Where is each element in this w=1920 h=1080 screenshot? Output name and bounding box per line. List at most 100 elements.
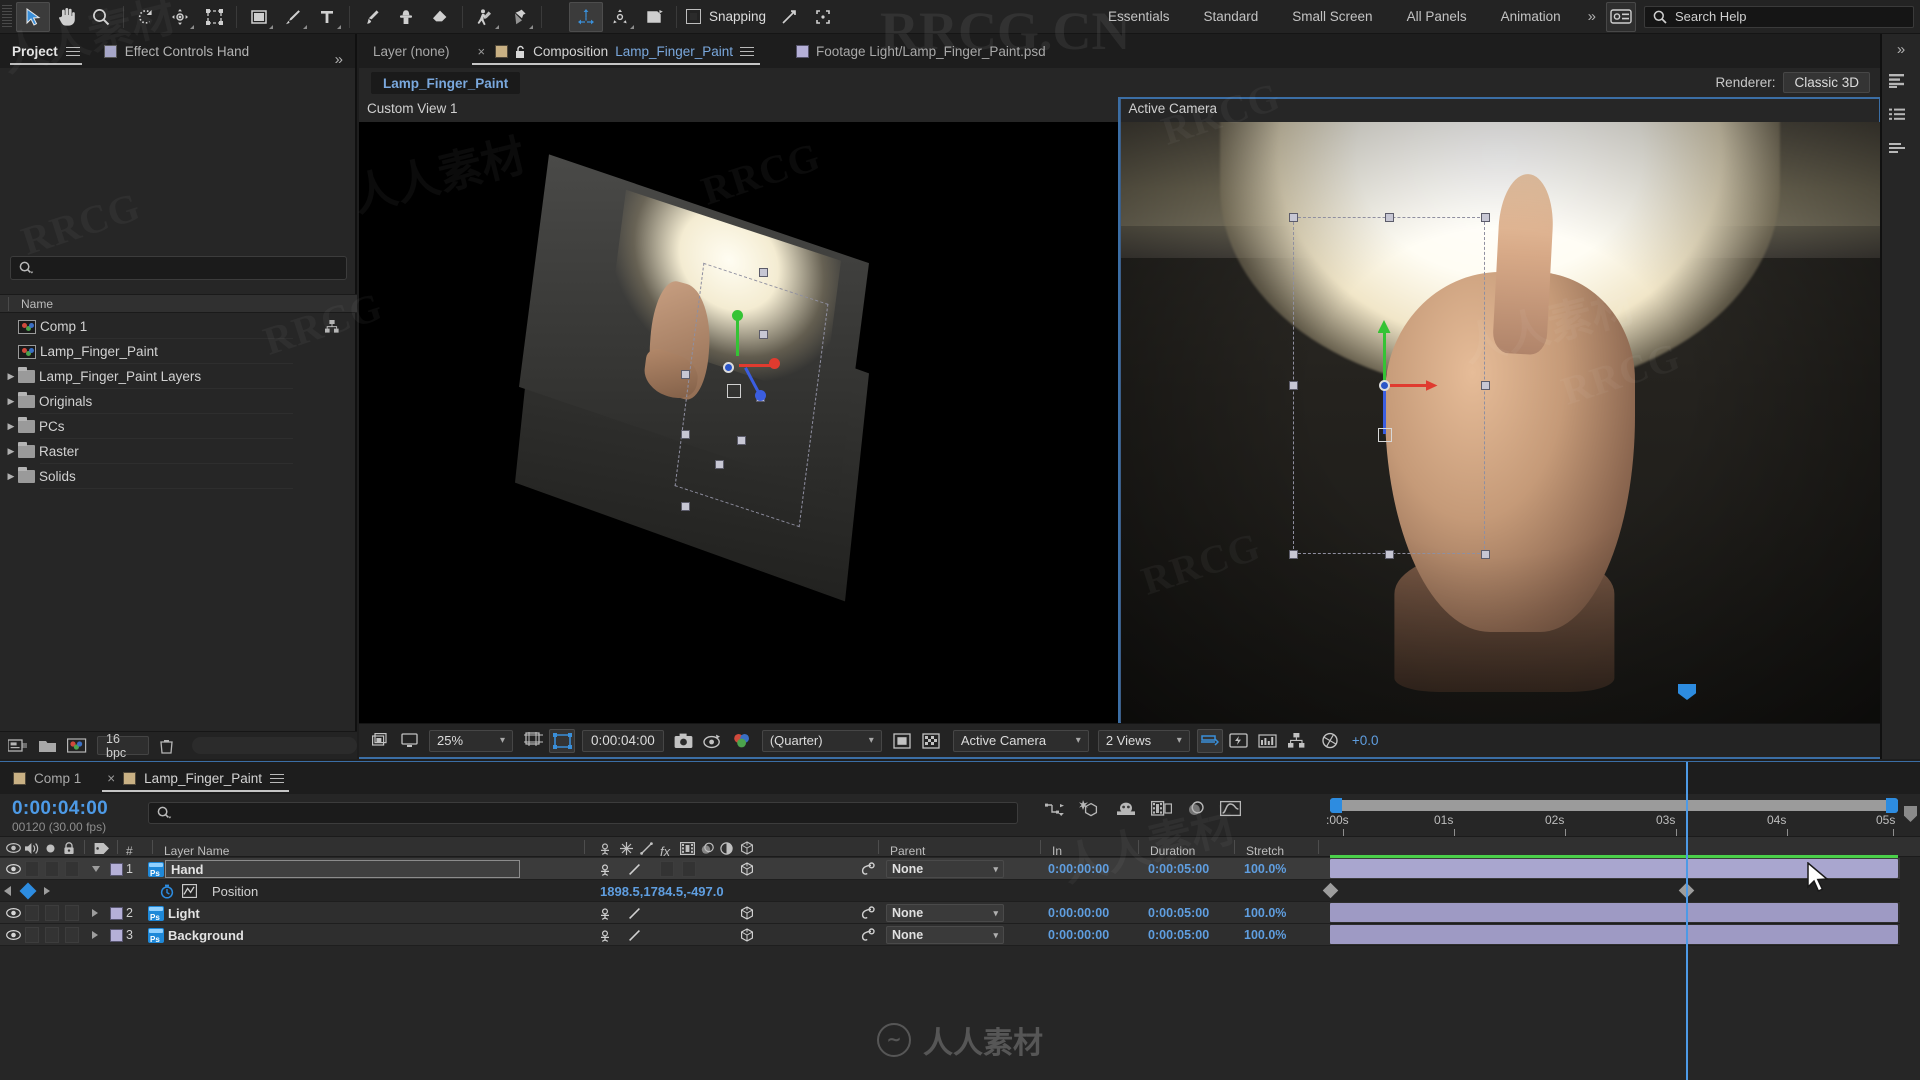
timeline-vertical-scrollbar[interactable] bbox=[1900, 806, 1920, 1080]
quality-switch[interactable] bbox=[628, 858, 641, 880]
selection-handle[interactable] bbox=[1480, 381, 1490, 390]
layer-duration[interactable]: 0:00:05:00 bbox=[1148, 858, 1209, 880]
rotation-tool[interactable] bbox=[129, 2, 163, 32]
project-tabs-overflow[interactable]: » bbox=[323, 51, 355, 68]
zoom-tool[interactable] bbox=[84, 2, 118, 32]
solo-toggle[interactable] bbox=[45, 861, 59, 877]
clone-stamp-tool[interactable] bbox=[389, 2, 423, 32]
main-viewer-icon[interactable] bbox=[367, 729, 393, 753]
selection-handle[interactable] bbox=[759, 268, 768, 277]
layer-label-swatch[interactable] bbox=[110, 906, 123, 920]
workspace-all-panels[interactable]: All Panels bbox=[1390, 2, 1484, 32]
workspace-settings-icon[interactable] bbox=[1606, 1, 1636, 32]
fast-previews-icon[interactable] bbox=[1226, 729, 1252, 753]
layer-duration[interactable]: 0:00:05:00 bbox=[1148, 924, 1209, 946]
lock-toggle-header-icon[interactable] bbox=[63, 837, 75, 859]
active-camera-canvas[interactable] bbox=[1120, 122, 1880, 723]
project-item-solids[interactable]: ▶ Solids bbox=[0, 464, 357, 489]
new-composition-icon[interactable] bbox=[67, 738, 87, 753]
work-area-end-handle[interactable] bbox=[1886, 798, 1898, 813]
enable-frame-blending-icon[interactable] bbox=[1151, 800, 1172, 817]
video-toggle[interactable] bbox=[6, 902, 21, 924]
axis-x-red[interactable] bbox=[739, 364, 773, 367]
axis-y-green[interactable] bbox=[736, 318, 739, 356]
view-custom-view-1[interactable]: Custom View 1 bbox=[359, 98, 1119, 723]
active-comp-chip[interactable]: Lamp_Finger_Paint bbox=[371, 72, 521, 94]
renderer-value[interactable]: Classic 3D bbox=[1783, 72, 1870, 93]
tab-project[interactable]: Project bbox=[0, 35, 92, 68]
shy-switch[interactable] bbox=[598, 902, 612, 924]
tab-effect-controls[interactable]: Effect Controls Hand bbox=[92, 35, 261, 68]
delete-icon[interactable] bbox=[159, 738, 174, 754]
collapse-transformations-header-icon[interactable] bbox=[620, 837, 633, 859]
toolbar-grip[interactable] bbox=[2, 4, 12, 29]
pen-tool[interactable] bbox=[276, 2, 310, 32]
tab-footage-lamp-finger-paint-psd[interactable]: Footage Light/Lamp_Finger_Paint.psd bbox=[782, 35, 1060, 68]
panel-menu-icon[interactable] bbox=[65, 44, 80, 59]
frame-blending-header-icon[interactable] bbox=[680, 837, 695, 859]
selection-handle[interactable] bbox=[1288, 381, 1298, 390]
timeline-menu-icon[interactable] bbox=[270, 771, 284, 786]
shy-switch[interactable] bbox=[598, 858, 612, 880]
track-row-background[interactable] bbox=[1330, 924, 1898, 946]
transparency-grid-icon[interactable] bbox=[918, 729, 944, 753]
monitor-icon[interactable] bbox=[396, 729, 422, 753]
region-of-interest-icon[interactable] bbox=[549, 728, 575, 753]
frame-blending-switch[interactable] bbox=[682, 861, 696, 877]
share-view-options-icon[interactable] bbox=[1196, 728, 1223, 753]
snap-align-icon[interactable] bbox=[772, 2, 806, 32]
project-item-originals[interactable]: ▶ Originals bbox=[0, 389, 357, 414]
paragraph-panel-icon[interactable] bbox=[1882, 132, 1920, 166]
layer-label-swatch[interactable] bbox=[110, 928, 123, 942]
bit-depth-button[interactable]: 16 bpc bbox=[97, 732, 150, 760]
layer-stretch[interactable]: 100.0% bbox=[1244, 858, 1286, 880]
brush-tool[interactable] bbox=[355, 2, 389, 32]
selection-handle[interactable] bbox=[681, 370, 690, 379]
project-search-input[interactable] bbox=[10, 256, 347, 280]
expand-layer-triangle-icon[interactable] bbox=[92, 866, 100, 872]
selection-handle[interactable] bbox=[681, 502, 690, 511]
quality-switch[interactable] bbox=[628, 902, 641, 924]
snap-bounds-icon[interactable] bbox=[806, 2, 840, 32]
close-tab-icon[interactable]: × bbox=[107, 771, 115, 786]
lock-toggle[interactable] bbox=[65, 927, 79, 943]
effects-switch[interactable] bbox=[660, 861, 674, 877]
layer-stretch[interactable]: 100.0% bbox=[1244, 924, 1286, 946]
solo-toggle[interactable] bbox=[45, 905, 59, 921]
motion-blur-header-icon[interactable] bbox=[700, 837, 715, 859]
mask-tool[interactable] bbox=[242, 2, 276, 32]
selection-handle[interactable] bbox=[1480, 213, 1490, 222]
layer-duration[interactable]: 0:00:05:00 bbox=[1148, 902, 1209, 924]
project-item-raster[interactable]: ▶ Raster bbox=[0, 439, 357, 464]
reset-exposure-icon[interactable] bbox=[1317, 729, 1343, 753]
anchor-point[interactable] bbox=[1378, 380, 1390, 391]
3d-layer-switch[interactable] bbox=[740, 902, 754, 924]
label-header-icon[interactable] bbox=[94, 837, 110, 859]
pan-behind-tool[interactable] bbox=[197, 2, 231, 32]
work-area-bar[interactable] bbox=[1330, 800, 1898, 811]
expand-layer-triangle-icon[interactable] bbox=[92, 931, 98, 939]
lock-toggle[interactable] bbox=[65, 861, 79, 877]
custom-view-canvas[interactable] bbox=[359, 122, 1119, 723]
property-value[interactable]: 1898.5,1784.5,-497.0 bbox=[600, 880, 724, 902]
orbit-camera-tool[interactable] bbox=[603, 2, 637, 32]
parent-select[interactable]: None ▾ bbox=[886, 926, 1004, 944]
parent-select[interactable]: None ▾ bbox=[886, 860, 1004, 878]
graph-editor-toggle-icon[interactable] bbox=[182, 880, 197, 902]
show-snapshot-icon[interactable] bbox=[700, 729, 726, 753]
parent-select[interactable]: None ▾ bbox=[886, 904, 1004, 922]
flowchart-icon[interactable] bbox=[325, 320, 339, 333]
3d-layer-switch[interactable] bbox=[740, 924, 754, 946]
time-ruler[interactable]: :00s 01s 02s 03s 04s 05s bbox=[1326, 794, 1898, 836]
selection-handle[interactable] bbox=[715, 460, 724, 469]
snapping-checkbox[interactable] bbox=[686, 9, 701, 24]
track-row-hand[interactable] bbox=[1330, 855, 1898, 880]
hide-shy-layers-icon[interactable] bbox=[1115, 801, 1137, 817]
puppet-pin-tool[interactable] bbox=[502, 2, 536, 32]
project-footer-field[interactable] bbox=[192, 737, 357, 754]
expand-triangle-icon[interactable]: ▶ bbox=[4, 421, 18, 432]
track-camera-tool[interactable] bbox=[637, 2, 671, 32]
3d-layer-header-icon[interactable] bbox=[740, 837, 754, 859]
workspace-animation[interactable]: Animation bbox=[1484, 2, 1578, 32]
quality-switch[interactable] bbox=[628, 924, 641, 946]
